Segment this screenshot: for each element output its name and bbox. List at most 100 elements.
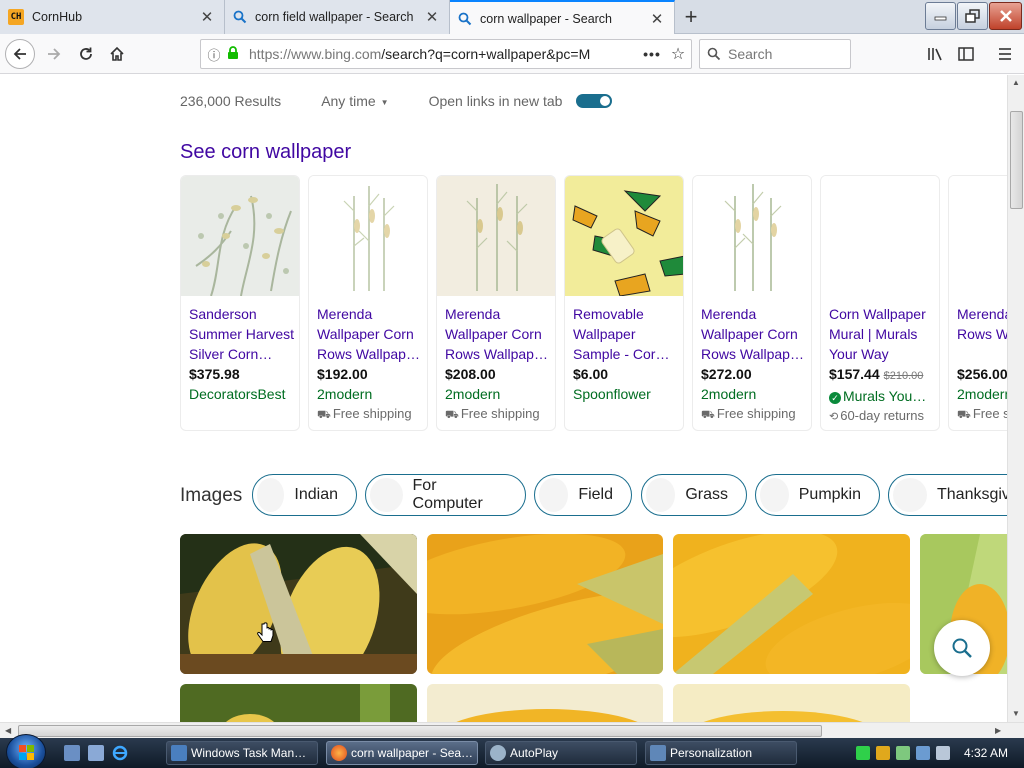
personalization-icon [650, 745, 666, 761]
seller-name[interactable]: 2modern [317, 384, 427, 404]
open-links-toggle[interactable] [576, 94, 613, 108]
related-pill-field[interactable]: Field [534, 474, 632, 516]
scroll-right-arrow-icon[interactable]: ▶ [995, 726, 1001, 735]
search-box[interactable]: Search [699, 39, 851, 69]
card-body: Merenda Wallpaper Corn Rows Wallpap… $19… [309, 296, 427, 425]
scroll-up-arrow-icon[interactable]: ▲ [1012, 78, 1020, 87]
internet-explorer-icon[interactable] [112, 745, 128, 761]
search-icon [233, 10, 247, 24]
restore-icon[interactable] [957, 2, 988, 30]
shopping-card[interactable]: Sanderson Summer Harvest Silver Corn… $3… [180, 175, 300, 431]
close-tab-icon[interactable]: ✕ [648, 10, 666, 28]
product-image[interactable] [309, 176, 427, 296]
task-personalization[interactable]: Personalization [645, 741, 797, 765]
task-autoplay[interactable]: AutoPlay [485, 741, 637, 765]
product-image[interactable] [565, 176, 683, 296]
image-result[interactable] [673, 684, 910, 722]
seller-name[interactable]: 2modern [957, 384, 1007, 404]
image-result[interactable] [427, 534, 663, 674]
card-body: Merenda Wallpaper Corn Rows Wallpap… $20… [437, 296, 555, 425]
task-firefox-corn-wallpaper[interactable]: corn wallpaper - Sea… [326, 741, 478, 765]
forward-arrow-icon[interactable] [40, 40, 68, 68]
product-name[interactable]: Merenda Wallpaper Corn Rows Wallpap… [445, 304, 555, 364]
library-icon[interactable] [922, 42, 948, 66]
close-tab-icon[interactable]: ✕ [198, 8, 216, 26]
time-filter-dropdown[interactable]: Any time ▼ [321, 93, 388, 109]
scroll-down-arrow-icon[interactable]: ▼ [1012, 709, 1020, 718]
seller-name[interactable]: DecoratorsBest [189, 384, 299, 404]
new-tab-plus-icon[interactable]: + [678, 4, 704, 30]
shopping-card[interactable]: Merenda Wallpaper Corn Rows Wallpap… $19… [308, 175, 428, 431]
scrollbar-thumb[interactable] [18, 725, 822, 737]
images-section-label[interactable]: Images [180, 485, 242, 507]
horizontal-scrollbar[interactable]: ◀ ▶ [0, 722, 1024, 738]
related-pill-thanksgiving[interactable]: Thanksgivi [888, 474, 1007, 516]
product-image[interactable] [181, 176, 299, 296]
product-image[interactable] [821, 176, 939, 296]
hamburger-menu-icon[interactable] [992, 42, 1018, 66]
related-pill-grass[interactable]: Grass [641, 474, 747, 516]
taskbar-clock[interactable]: 4:32 AM [964, 746, 1008, 760]
bookmark-star-icon[interactable]: ☆ [665, 44, 691, 64]
product-image[interactable] [693, 176, 811, 296]
related-pill-indian[interactable]: Indian [252, 474, 357, 516]
status-green-icon[interactable] [856, 746, 870, 760]
safely-remove-icon[interactable] [896, 746, 910, 760]
shopping-card[interactable]: Corn Wallpaper Mural | Murals Your Way $… [820, 175, 940, 431]
start-button-icon[interactable] [6, 734, 46, 768]
shopping-card[interactable]: Merenda Wallpaper Corn Rows Wallpap… $20… [436, 175, 556, 431]
show-desktop-icon[interactable] [64, 745, 80, 761]
image-result[interactable] [427, 684, 663, 722]
related-pill-for-computer[interactable]: For Computer [365, 474, 526, 516]
product-name[interactable]: Merenda Wallpap Rows W… [957, 304, 1007, 364]
shopping-card[interactable]: Merenda Wallpap Rows W… $256.00 2modern … [948, 175, 1007, 431]
image-result[interactable] [180, 534, 417, 674]
product-image[interactable] [949, 176, 1007, 296]
shopping-card[interactable]: Merenda Wallpaper Corn Rows Wallpap… $27… [692, 175, 812, 431]
vertical-scrollbar[interactable]: ▲ ▼ [1007, 75, 1024, 722]
volume-icon[interactable] [936, 746, 950, 760]
image-result[interactable] [180, 684, 417, 722]
shopping-card[interactable]: Removable Wallpaper Sample - Cor… $6.00 … [564, 175, 684, 431]
seller-name[interactable]: Spoonflower [573, 384, 683, 404]
seller-name[interactable]: ✓ Murals You… [829, 386, 939, 406]
tab-cornhub[interactable]: CH CornHub ✕ [0, 0, 225, 34]
product-name[interactable]: Removable Wallpaper Sample - Cor… [573, 304, 683, 364]
product-name[interactable]: Merenda Wallpaper Corn Rows Wallpap… [317, 304, 427, 364]
page-actions-menu-icon[interactable]: ••• [639, 46, 665, 62]
task-windows-task-manager[interactable]: Windows Task Man… [166, 741, 318, 765]
seller-name[interactable]: 2modern [445, 384, 555, 404]
lock-icon[interactable] [227, 45, 243, 63]
sidebar-icon[interactable] [953, 42, 979, 66]
visual-search-button[interactable] [934, 620, 990, 676]
network-icon[interactable] [916, 746, 930, 760]
back-arrow-icon[interactable] [5, 39, 35, 69]
info-icon[interactable]: ⓘ [201, 45, 227, 64]
task-label: Windows Task Man… [191, 746, 307, 760]
address-bar[interactable]: ⓘ https://www.bing.com/search?q=corn+wal… [200, 39, 692, 69]
scroll-left-arrow-icon[interactable]: ◀ [5, 726, 11, 735]
minimize-icon[interactable] [925, 2, 956, 30]
tab-corn-field-wallpaper[interactable]: corn field wallpaper - Search ✕ [225, 0, 450, 34]
product-image[interactable] [437, 176, 555, 296]
switch-windows-icon[interactable] [88, 745, 104, 761]
shopping-heading[interactable]: See corn wallpaper [180, 141, 351, 164]
card-body: Removable Wallpaper Sample - Cor… $6.00 … [565, 296, 683, 404]
product-name[interactable]: Sanderson Summer Harvest Silver Corn… [189, 304, 299, 364]
url-text[interactable]: https://www.bing.com/search?q=corn+wallp… [243, 46, 639, 62]
product-name[interactable]: Corn Wallpaper Mural | Murals Your Way [829, 304, 939, 364]
pill-label: Field [578, 486, 613, 503]
image-result[interactable] [673, 534, 910, 674]
related-pill-pumpkin[interactable]: Pumpkin [755, 474, 880, 516]
scrollbar-thumb[interactable] [1010, 111, 1023, 209]
tab-corn-wallpaper[interactable]: corn wallpaper - Search ✕ [450, 0, 675, 35]
close-window-icon[interactable] [989, 2, 1022, 30]
close-tab-icon[interactable]: ✕ [423, 8, 441, 26]
product-name[interactable]: Merenda Wallpaper Corn Rows Wallpap… [701, 304, 811, 364]
reload-icon[interactable] [72, 40, 100, 68]
home-icon[interactable] [103, 40, 131, 68]
seller-name[interactable]: 2modern [701, 384, 811, 404]
tab-title: corn field wallpaper - Search [255, 10, 414, 24]
truck-icon: ⛟ [957, 409, 971, 421]
security-shield-icon[interactable] [876, 746, 890, 760]
